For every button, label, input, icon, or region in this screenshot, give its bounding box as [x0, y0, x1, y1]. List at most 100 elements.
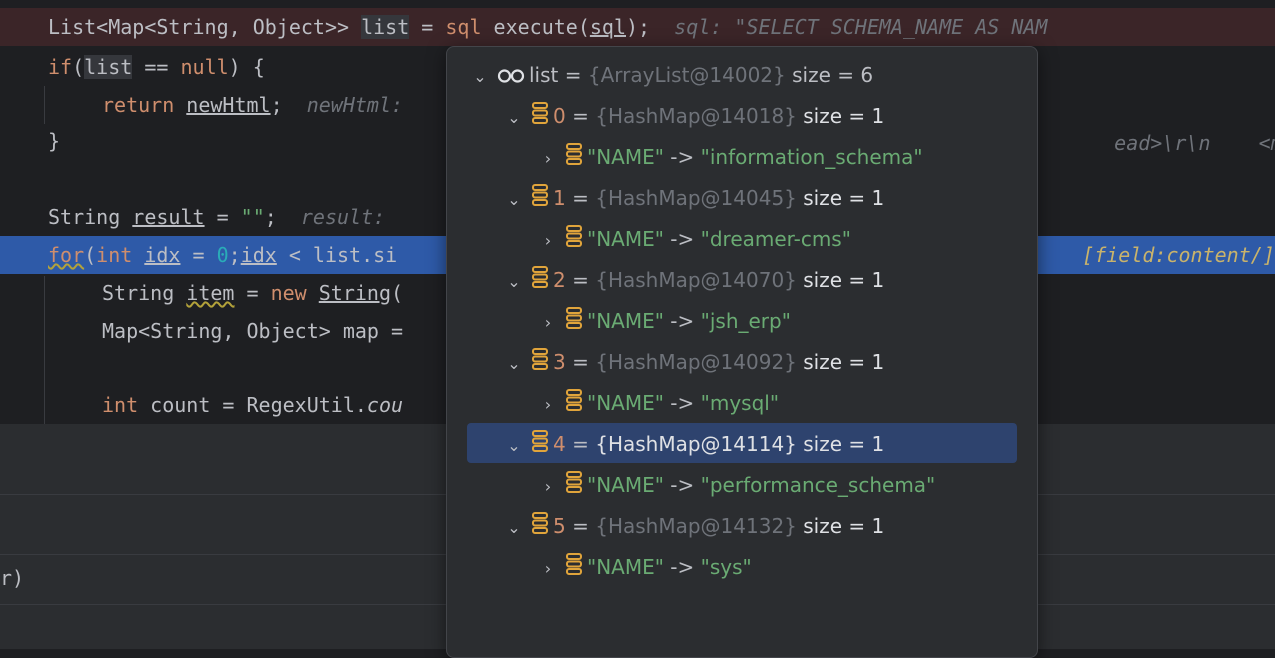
code-token: ( — [391, 281, 404, 305]
entry-arrow: -> — [670, 555, 695, 579]
code-token: for — [48, 243, 85, 267]
code-token: = — [234, 281, 271, 305]
code-token: result: — [300, 205, 386, 229]
chevron-down-icon[interactable]: ⌄ — [503, 265, 525, 299]
database-stack-icon — [565, 470, 583, 504]
tree-root-list[interactable]: ⌄ list = {ArrayList@14002} size = 6 — [469, 58, 873, 92]
code-token: String — [102, 281, 187, 305]
entry-key: "NAME" — [587, 391, 664, 415]
tree-entry[interactable]: › "NAME" -> "jsh_erp" — [537, 304, 791, 338]
code-line[interactable]: List<Map<String, Object>> list = sql exe… — [0, 8, 1275, 46]
code-text: String result = ""; result: — [48, 198, 385, 236]
item-index: 3 — [553, 350, 566, 374]
code-token: idx — [240, 243, 277, 267]
item-size: size = 1 — [803, 432, 885, 456]
code-token: = — [180, 243, 217, 267]
chevron-right-icon[interactable]: › — [537, 388, 559, 422]
chevron-down-icon[interactable]: ⌄ — [503, 101, 525, 135]
database-stack-icon — [531, 183, 549, 217]
tree-item[interactable]: ⌄ 2 = {HashMap@14070} size = 1 — [503, 263, 884, 297]
item-ref: {HashMap@14070} — [595, 268, 797, 292]
code-token: if — [48, 55, 73, 79]
entry-value: "dreamer-cms" — [700, 227, 851, 251]
code-token: 0 — [216, 243, 229, 267]
item-size: size = 1 — [803, 268, 885, 292]
code-token: list — [84, 55, 133, 79]
tree-item[interactable]: ⌄ 0 = {HashMap@14018} size = 1 — [503, 99, 884, 133]
code-token: list — [361, 15, 410, 39]
item-ref: {HashMap@14132} — [595, 514, 797, 538]
chevron-right-icon[interactable]: › — [537, 552, 559, 586]
var-ref: {ArrayList@14002} — [587, 63, 786, 87]
chevron-down-icon[interactable]: ⌄ — [503, 511, 525, 545]
code-text: List<Map<String, Object>> list = sql exe… — [48, 8, 1047, 46]
code-token: ) { — [228, 55, 265, 79]
tree-entry[interactable]: › "NAME" -> "dreamer-cms" — [537, 222, 851, 256]
code-token: == — [132, 55, 181, 79]
code-token: new — [270, 281, 319, 305]
code-token: count = RegexUtil. — [150, 393, 367, 417]
item-size: size = 1 — [803, 514, 885, 538]
item-index: 1 — [553, 186, 566, 210]
panel-partial-text: r) — [0, 566, 25, 590]
entry-arrow: -> — [670, 227, 695, 251]
chevron-right-icon[interactable]: › — [537, 142, 559, 176]
tree-item[interactable]: ⌄ 1 = {HashMap@14045} size = 1 — [503, 181, 884, 215]
code-token: = — [409, 15, 446, 39]
code-token: ); — [626, 15, 675, 39]
item-index: 4 — [553, 432, 566, 456]
database-stack-icon — [531, 347, 549, 381]
code-token: ; — [228, 243, 241, 267]
chevron-down-icon[interactable]: ⌄ — [469, 60, 491, 94]
code-token: execute( — [493, 15, 590, 39]
chevron-right-icon[interactable]: › — [537, 470, 559, 504]
entry-key: "NAME" — [587, 227, 664, 251]
code-text: Map<String, Object> map = — [102, 312, 403, 350]
variable-inspector-popup[interactable]: ⌄ list = {ArrayList@14002} size = 6 ⌄ 0 = {… — [446, 46, 1038, 658]
database-stack-icon — [565, 552, 583, 586]
item-index: 5 — [553, 514, 566, 538]
item-ref: {HashMap@14018} — [595, 104, 797, 128]
item-ref: {HashMap@14045} — [595, 186, 797, 210]
database-stack-icon — [531, 265, 549, 299]
code-token: newHtml — [186, 93, 271, 117]
inline-hint-result: [field:content/]</ — [1082, 243, 1275, 267]
tree-item[interactable]: ⌄ 3 = {HashMap@14092} size = 1 — [503, 345, 884, 379]
code-token: int — [102, 393, 151, 417]
chevron-right-icon[interactable]: › — [537, 224, 559, 258]
database-stack-icon — [565, 142, 583, 176]
chevron-down-icon[interactable]: ⌄ — [503, 183, 525, 217]
code-token: sql — [445, 15, 482, 39]
code-token: "" — [240, 205, 265, 229]
chevron-down-icon[interactable]: ⌄ — [503, 347, 525, 381]
chevron-down-icon[interactable]: ⌄ — [503, 429, 525, 463]
item-index: 2 — [553, 268, 566, 292]
inline-hint-newhtml: ead>\r\n <meta — [1114, 131, 1275, 155]
entry-value: "information_schema" — [700, 145, 923, 169]
code-token: item — [186, 281, 235, 305]
tree-entry[interactable]: › "NAME" -> "mysql" — [537, 386, 779, 420]
item-index: 0 — [553, 104, 566, 128]
code-token: null — [180, 55, 229, 79]
entry-key: "NAME" — [587, 473, 664, 497]
code-token: } — [48, 129, 61, 153]
tree-item[interactable]: ⌄ 4 = {HashMap@14114} size = 1 — [503, 427, 884, 461]
code-token: int — [96, 243, 145, 267]
entry-value: "performance_schema" — [700, 473, 936, 497]
tree-entry[interactable]: › "NAME" -> "performance_schema" — [537, 468, 935, 502]
entry-arrow: -> — [670, 473, 695, 497]
tree-entry[interactable]: › "NAME" -> "sys" — [537, 550, 752, 584]
code-token: ( — [84, 243, 97, 267]
entry-arrow: -> — [670, 145, 695, 169]
code-token: String — [48, 205, 133, 229]
tree-item[interactable]: ⌄ 5 = {HashMap@14132} size = 1 — [503, 509, 884, 543]
code-token: result — [132, 205, 205, 229]
item-ref: {HashMap@14114} — [595, 432, 797, 456]
tree-entry[interactable]: › "NAME" -> "information_schema" — [537, 140, 923, 174]
chevron-right-icon[interactable]: › — [537, 306, 559, 340]
indent-guide — [44, 276, 45, 424]
var-size: size = 6 — [792, 63, 874, 87]
database-stack-icon — [565, 306, 583, 340]
code-text: int count = RegexUtil.cou — [102, 386, 403, 424]
